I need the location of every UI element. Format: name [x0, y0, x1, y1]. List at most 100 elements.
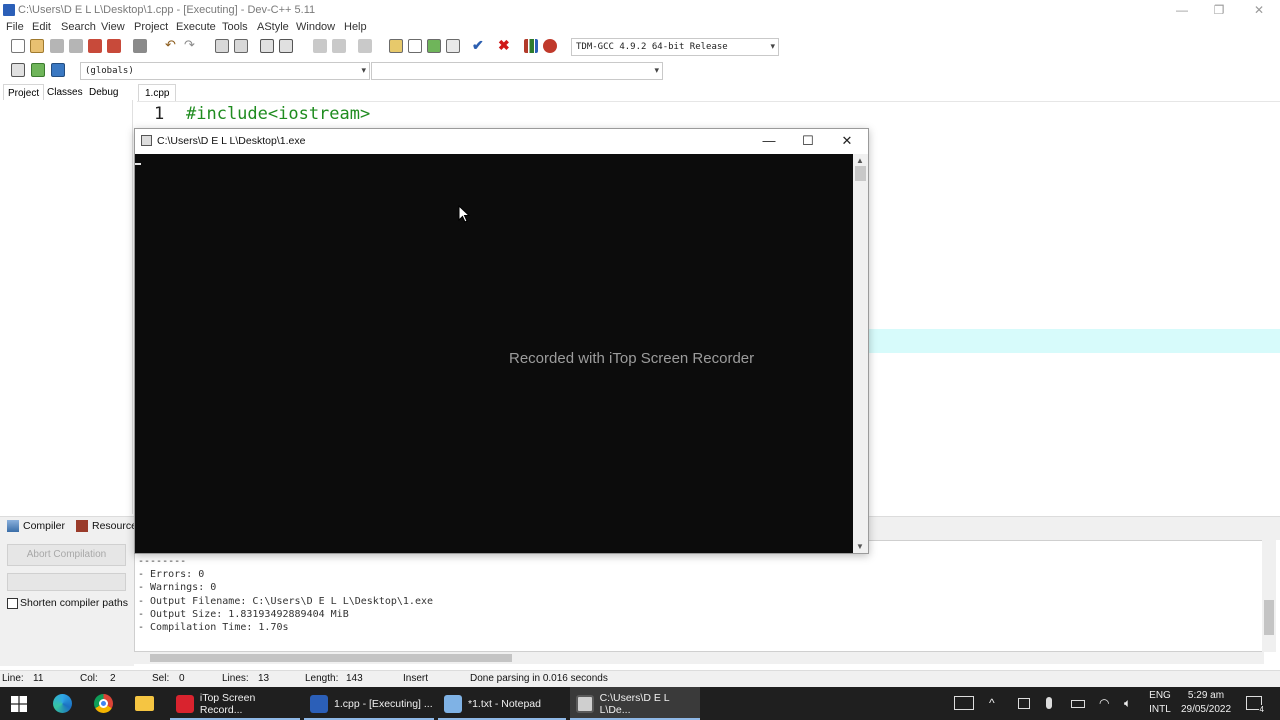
- close-all-icon[interactable]: [107, 39, 121, 53]
- tab-compiler[interactable]: Compiler: [7, 520, 65, 532]
- menu-astyle[interactable]: AStyle: [257, 21, 289, 33]
- console-maximize-button[interactable]: ☐: [791, 131, 825, 151]
- taskbar-app-devcpp[interactable]: 1.cpp - [Executing] ...: [304, 687, 434, 720]
- console-minimize-button[interactable]: —: [752, 131, 786, 151]
- new-file-icon[interactable]: [11, 39, 25, 53]
- taskbar-app-label: *1.txt - Notepad: [468, 697, 541, 710]
- log-line: - Errors: 0: [138, 569, 205, 580]
- open-file-icon[interactable]: [30, 39, 44, 53]
- menu-tools[interactable]: Tools: [222, 21, 248, 33]
- chrome-browser-icon[interactable]: [94, 694, 113, 713]
- syntax-check-icon[interactable]: ✔: [472, 38, 486, 53]
- find-icon[interactable]: [215, 39, 229, 53]
- taskbar-app-notepad[interactable]: *1.txt - Notepad: [438, 687, 566, 720]
- status-line-label: Line:: [2, 673, 24, 684]
- log-line: - Output Size: 1.83193492889404 MiB: [138, 609, 349, 620]
- log-vscroll-thumb[interactable]: [1264, 600, 1274, 635]
- notification-count: 4: [1258, 705, 1265, 714]
- tab-debug[interactable]: Debug: [85, 84, 122, 101]
- indent-icon[interactable]: [260, 39, 274, 53]
- close-file-icon[interactable]: [88, 39, 102, 53]
- menu-search[interactable]: Search: [61, 21, 96, 33]
- taskbar-app-label: C:\Users\D E L L\De...: [599, 691, 670, 716]
- bookmark-icon[interactable]: [358, 39, 372, 53]
- news-widget-icon[interactable]: [954, 696, 974, 710]
- scroll-down-icon[interactable]: ▼: [856, 542, 864, 551]
- log-line: --------: [138, 556, 187, 567]
- microphone-icon[interactable]: [1046, 697, 1052, 709]
- tab-resource[interactable]: Resource: [76, 520, 137, 532]
- rebuild-all-icon[interactable]: [446, 39, 460, 53]
- resource-icon: [76, 520, 88, 532]
- stop-execution-icon[interactable]: ✖: [498, 38, 512, 53]
- console-scroll-thumb[interactable]: [855, 166, 866, 181]
- tab-compiler-label: Compiler: [23, 520, 66, 532]
- compile-run-icon[interactable]: [427, 39, 441, 53]
- edge-browser-icon[interactable]: [53, 694, 72, 713]
- show-hidden-icons-icon[interactable]: ^: [989, 687, 995, 720]
- chevron-down-icon: ▾: [361, 66, 366, 76]
- menu-window[interactable]: Window: [296, 21, 335, 33]
- menu-execute[interactable]: Execute: [176, 21, 216, 33]
- menu-view[interactable]: View: [101, 21, 125, 33]
- console-close-button[interactable]: ✕: [830, 131, 864, 151]
- save-icon[interactable]: [50, 39, 64, 53]
- insert-code-icon[interactable]: [11, 63, 25, 77]
- compiler-select[interactable]: TDM-GCC 4.9.2 64-bit Release ▾: [571, 38, 779, 56]
- meet-icon[interactable]: [1018, 698, 1030, 709]
- wifi-icon[interactable]: ◠: [1099, 687, 1109, 720]
- unindent-icon[interactable]: [279, 39, 293, 53]
- debug-icon[interactable]: [543, 39, 557, 53]
- main-restore-button[interactable]: ❐: [1200, 0, 1238, 20]
- main-close-button[interactable]: ✕: [1240, 0, 1278, 20]
- editor-tab-1cpp[interactable]: 1.cpp: [138, 84, 177, 101]
- run-icon[interactable]: [408, 39, 422, 53]
- status-length-value: 143: [346, 673, 363, 684]
- scope-select-value: (globals): [85, 66, 134, 76]
- menu-edit[interactable]: Edit: [32, 21, 51, 33]
- volume-icon[interactable]: 🔈︎: [1124, 687, 1131, 720]
- console-scrollbar[interactable]: ▲ ▼: [853, 154, 868, 553]
- taskbar-app-itop[interactable]: iTop Screen Record...: [170, 687, 300, 720]
- shorten-paths-checkbox[interactable]: [7, 598, 18, 609]
- redo-icon[interactable]: ↷: [184, 38, 198, 53]
- log-line: - Compilation Time: 1.70s: [138, 622, 289, 633]
- compile-progress-bar: [7, 573, 126, 591]
- print-icon[interactable]: [133, 39, 147, 53]
- undo-icon[interactable]: ↶: [165, 38, 179, 53]
- project-browser[interactable]: [0, 100, 133, 514]
- chevron-down-icon: ▾: [770, 42, 775, 52]
- scroll-up-icon[interactable]: ▲: [856, 156, 864, 165]
- profile-icon[interactable]: [524, 39, 538, 53]
- log-hscroll-thumb[interactable]: [150, 654, 512, 662]
- clock[interactable]: 5:29 am 29/05/2022: [1176, 690, 1236, 720]
- members-select[interactable]: ▾: [371, 62, 663, 80]
- line-number: 1: [154, 104, 165, 124]
- windows-start-icon[interactable]: [11, 696, 27, 712]
- replace-icon[interactable]: [234, 39, 248, 53]
- taskbar-app-console[interactable]: C:\Users\D E L L\De...: [570, 687, 700, 720]
- goto-back-icon[interactable]: [313, 39, 327, 53]
- language-indicator[interactable]: ENG INTL: [1146, 690, 1174, 720]
- scope-select[interactable]: (globals) ▾: [80, 62, 370, 80]
- menu-project[interactable]: Project: [134, 21, 168, 33]
- compile-icon[interactable]: [389, 39, 403, 53]
- log-vertical-scrollbar[interactable]: [1262, 540, 1276, 652]
- language-label: ENG: [1149, 690, 1171, 701]
- log-line: - Output Filename: C:\Users\D E L L\Desk…: [138, 596, 434, 607]
- goto-forward-icon[interactable]: [332, 39, 346, 53]
- status-length-label: Length:: [305, 673, 339, 684]
- goto-definition-icon[interactable]: [51, 63, 65, 77]
- battery-icon[interactable]: [1071, 700, 1085, 708]
- toggle-header-icon[interactable]: [31, 63, 45, 77]
- menu-help[interactable]: Help: [344, 21, 367, 33]
- main-minimize-button[interactable]: —: [1163, 0, 1201, 20]
- code-line[interactable]: #include<iostream>: [186, 104, 370, 124]
- file-explorer-icon[interactable]: [135, 696, 154, 711]
- menu-file[interactable]: File: [6, 21, 24, 33]
- tab-classes[interactable]: Classes: [43, 84, 87, 101]
- abort-compilation-button[interactable]: Abort Compilation: [7, 544, 126, 566]
- tab-project[interactable]: Project: [3, 84, 45, 101]
- save-all-icon[interactable]: [69, 39, 83, 53]
- notification-icon[interactable]: 4: [1246, 696, 1265, 714]
